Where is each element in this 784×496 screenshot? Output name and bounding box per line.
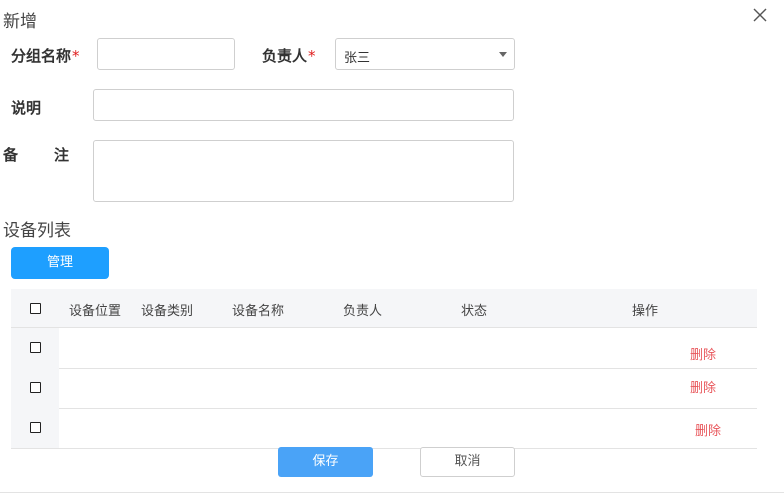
remark-textarea[interactable] [93,140,514,202]
divider [0,492,784,493]
dialog-title: 新增 [3,12,37,32]
row-checkbox[interactable] [30,422,41,433]
group-name-label: 分组名称* [11,45,80,66]
column-header: 设备位置 [69,304,122,319]
table-header: 设备位置 设备类别 设备名称 负责人 状态 操作 [11,289,757,328]
checkbox-cell [11,368,59,408]
column-header: 状态 [461,304,488,319]
device-list-title: 设备列表 [3,221,71,241]
owner-select-value: 张三 [344,51,371,66]
owner-select[interactable]: 张三 [335,38,515,70]
delete-link[interactable]: 删除 [695,420,721,439]
checkbox-cell [11,408,59,448]
group-name-label-text: 分组名称 [11,47,72,65]
manage-button[interactable]: 管理 [11,247,109,279]
description-label: 说明 [11,99,42,117]
delete-link[interactable]: 删除 [690,344,716,363]
remark-label-1: 备 [3,146,19,164]
row-checkbox[interactable] [30,382,41,393]
column-header: 设备名称 [232,304,285,319]
save-button[interactable]: 保存 [278,447,373,477]
column-header: 负责人 [343,304,383,319]
group-name-input[interactable] [97,38,235,70]
delete-link[interactable]: 删除 [690,377,716,396]
owner-label: 负责人* [262,45,316,66]
description-input[interactable] [93,89,514,121]
table-row: 删除 [11,368,757,409]
column-header: 设备类别 [141,304,194,319]
required-mark: * [308,47,316,65]
caret-down-icon [499,52,507,57]
table-row: 删除 [11,408,757,449]
cancel-button[interactable]: 取消 [420,447,515,477]
table-row: 删除 [11,328,757,369]
select-all-checkbox[interactable] [30,303,41,314]
row-checkbox[interactable] [30,342,41,353]
checkbox-cell [11,328,59,368]
remark-label-2: 注 [54,146,70,164]
owner-label-text: 负责人 [262,47,308,65]
close-icon[interactable] [750,5,770,25]
column-header: 操作 [632,304,659,319]
required-mark: * [72,47,80,65]
